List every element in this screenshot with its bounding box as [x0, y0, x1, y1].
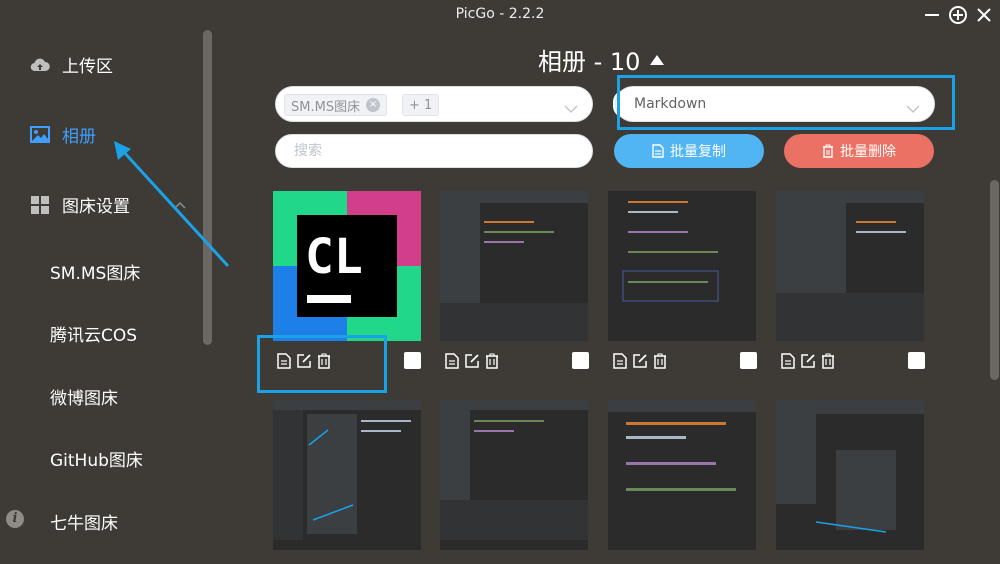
document-icon [652, 144, 664, 158]
trash-icon[interactable] [651, 352, 669, 370]
thumbnail-image[interactable] [776, 191, 924, 341]
picbed-select[interactable]: SM.MS图床 × + 1 [275, 86, 593, 122]
file-copy-icon[interactable] [779, 352, 797, 370]
edit-icon[interactable] [799, 352, 817, 370]
search-input[interactable]: 搜索 [275, 134, 593, 168]
thumbnail-image[interactable] [440, 400, 588, 550]
chevron-down-icon [564, 99, 578, 118]
main-scrollbar[interactable] [990, 180, 999, 380]
caret-up-icon [650, 54, 665, 65]
select-checkbox[interactable] [908, 352, 925, 369]
format-highlight-box [617, 75, 955, 130]
select-checkbox[interactable] [572, 352, 589, 369]
thumbnail-image[interactable] [273, 400, 421, 550]
actions-highlight-box [257, 335, 387, 393]
trash-icon[interactable] [819, 352, 837, 370]
trash-icon[interactable] [483, 352, 501, 370]
thumbnail-actions [443, 352, 503, 370]
thumbnail-image[interactable] [608, 400, 756, 550]
thumbnail-image[interactable] [608, 191, 756, 341]
file-copy-icon[interactable] [443, 352, 461, 370]
select-checkbox[interactable] [740, 352, 757, 369]
edit-icon[interactable] [631, 352, 649, 370]
picbed-extra-tag: + 1 [402, 94, 440, 116]
trash-icon [823, 144, 833, 158]
page-title[interactable]: 相册 - 10 [538, 42, 665, 77]
thumbnail-actions [779, 352, 839, 370]
tag-close-icon[interactable]: × [366, 98, 381, 112]
batch-delete-button[interactable]: 批量删除 [784, 134, 934, 168]
select-checkbox[interactable] [404, 352, 421, 369]
thumbnail-image[interactable] [440, 191, 588, 341]
batch-copy-button[interactable]: 批量复制 [614, 134, 764, 168]
file-copy-icon[interactable] [611, 352, 629, 370]
thumbnail-actions [611, 352, 671, 370]
svg-text:CL: CL [305, 229, 363, 285]
picbed-tag: SM.MS图床 × [284, 94, 388, 116]
thumbnail-image[interactable] [776, 400, 924, 550]
thumbnail-image[interactable]: CL [273, 191, 421, 341]
gallery-title-text: 相册 - 10 [538, 48, 641, 76]
edit-icon[interactable] [463, 352, 481, 370]
